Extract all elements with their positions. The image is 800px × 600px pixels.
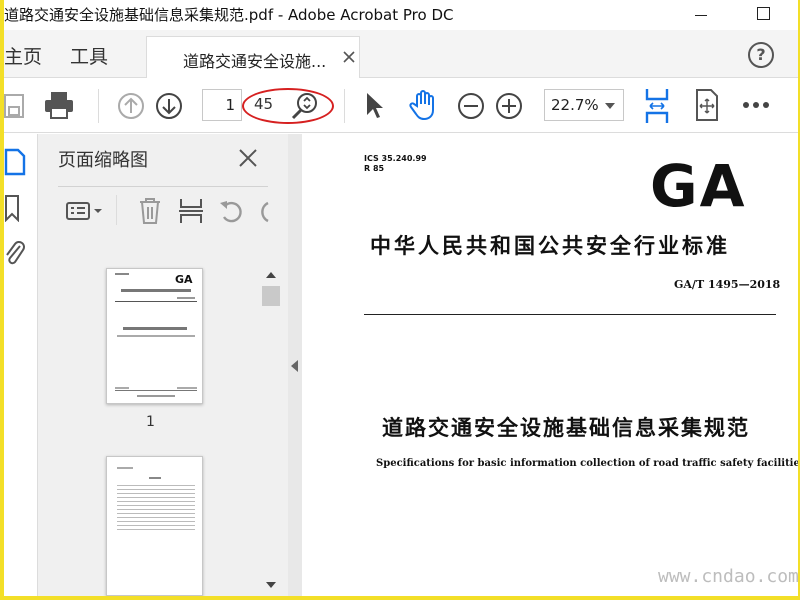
minimize-icon[interactable]	[694, 5, 710, 21]
panel-collapse-handle[interactable]	[288, 134, 302, 596]
page-thumbnail-1[interactable]: GA	[106, 268, 203, 404]
zoom-in-icon[interactable]	[494, 91, 524, 121]
ga-logo: GA	[650, 152, 747, 220]
scroll-up-icon[interactable]	[266, 272, 276, 278]
next-page-icon[interactable]	[154, 91, 184, 121]
title-bar: 道路交通安全设施基础信息采集规范.pdf - Adobe Acrobat Pro…	[4, 0, 798, 30]
toolbar-separator	[344, 89, 345, 123]
ics-code: ICS 35.240.99 R 85	[364, 154, 427, 174]
page-display-icon[interactable]	[694, 89, 720, 121]
thumbnail-page-number: 1	[146, 414, 155, 430]
bookmarks-icon[interactable]	[4, 194, 22, 222]
chevron-down-icon	[605, 103, 615, 109]
page-thumbnail-2[interactable]	[106, 456, 203, 596]
tab-bar: 主页 工具 道路交通安全设施... ?	[4, 30, 798, 78]
delete-page-icon[interactable]	[138, 197, 162, 225]
previous-page-icon[interactable]	[116, 91, 146, 121]
save-icon[interactable]	[4, 93, 26, 119]
thumbnail-toc-preview	[117, 467, 195, 530]
standard-number: GA/T 1495—2018	[674, 278, 781, 291]
acrobat-window: 道路交通安全设施基础信息采集规范.pdf - Adobe Acrobat Pro…	[4, 0, 798, 596]
header-rule	[364, 314, 776, 315]
toolbar-separator	[98, 89, 99, 123]
ics-line-1: ICS 35.240.99	[364, 154, 427, 163]
navigation-rail	[4, 134, 38, 596]
fit-width-icon[interactable]	[644, 87, 670, 125]
window-title: 道路交通安全设施基础信息采集规范.pdf - Adobe Acrobat Pro…	[4, 6, 454, 24]
ics-line-2: R 85	[364, 164, 385, 173]
standard-name-cn: 中华人民共和国公共安全行业标准	[370, 234, 730, 258]
print-icon[interactable]	[44, 91, 74, 119]
insert-page-icon[interactable]	[178, 197, 204, 225]
scrollbar-thumb[interactable]	[262, 286, 280, 306]
panel-toolbar	[58, 186, 270, 234]
select-cursor-icon[interactable]	[364, 91, 386, 121]
close-tab-icon[interactable]	[343, 51, 355, 63]
tab-document[interactable]: 道路交通安全设施...	[146, 36, 360, 78]
svg-text:GA: GA	[175, 273, 193, 286]
more-options-icon[interactable]	[742, 101, 770, 109]
close-panel-icon[interactable]	[238, 148, 258, 168]
tab-home[interactable]: 主页	[4, 42, 42, 69]
zoom-out-icon[interactable]	[456, 91, 486, 121]
tab-document-label: 道路交通安全设施...	[183, 52, 327, 71]
zoom-level-value: 22.7%	[551, 96, 599, 114]
options-menu-icon[interactable]	[66, 201, 104, 223]
rotate-cw-icon[interactable]	[256, 197, 270, 225]
maximize-icon[interactable]	[756, 5, 772, 21]
page-thumbnails-icon[interactable]	[4, 148, 26, 176]
document-title-en: Specifications for basic information col…	[376, 458, 798, 469]
document-title-cn: 道路交通安全设施基础信息采集规范	[382, 416, 750, 440]
collapse-left-icon	[291, 360, 298, 372]
site-watermark: www.cndao.com	[658, 566, 798, 587]
rotate-ccw-icon[interactable]	[218, 197, 244, 225]
zoom-level-select[interactable]: 22.7%	[544, 89, 624, 121]
thumbnails-panel: 页面缩略图 GA 1	[38, 134, 288, 596]
panel-title: 页面缩略图	[58, 150, 148, 171]
help-icon[interactable]: ?	[748, 42, 774, 68]
panel-separator	[116, 195, 117, 225]
thumbnails-scrollbar[interactable]	[262, 266, 280, 594]
attachments-icon[interactable]	[4, 238, 26, 268]
tab-tools[interactable]: 工具	[70, 42, 108, 69]
thumbnail-cover-preview: GA	[115, 273, 197, 397]
current-page-input[interactable]: 1	[202, 89, 242, 121]
red-highlight-annotation	[242, 88, 334, 124]
hand-tool-icon[interactable]	[408, 89, 440, 121]
scroll-down-icon[interactable]	[266, 582, 276, 588]
document-page: ICS 35.240.99 R 85 GA 中华人民共和国公共安全行业标准 GA…	[302, 134, 798, 596]
main-toolbar: 1 45 22.7%	[4, 79, 798, 133]
